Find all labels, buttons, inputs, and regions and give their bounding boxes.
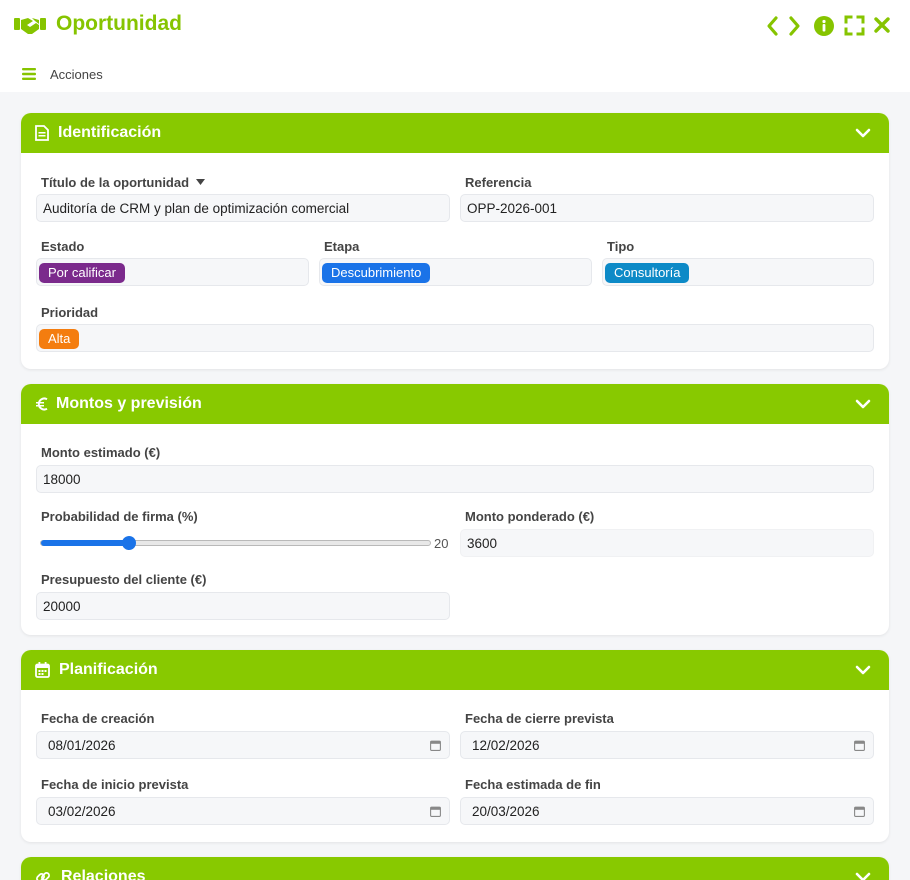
etapa-field[interactable]: Descubrimiento	[319, 258, 592, 286]
calendar-icon[interactable]	[430, 806, 441, 817]
referencia-field[interactable]: OPP-2026-001	[460, 194, 874, 222]
estado-field[interactable]: Por calificar	[36, 258, 309, 286]
section-header-relaciones[interactable]: Relaciones	[21, 857, 889, 880]
monto-ponderado-label: Monto ponderado (€)	[465, 509, 595, 524]
section-title: Montos y previsión	[56, 395, 202, 412]
chevron-left-icon	[767, 16, 778, 36]
window-title: Oportunidad	[56, 12, 182, 35]
caret-down-icon[interactable]	[196, 179, 205, 185]
estado-badge: Por calificar	[39, 263, 125, 283]
fecha-fin-field[interactable]: 20/03/2026	[460, 797, 874, 825]
etapa-badge: Descubrimiento	[322, 263, 431, 283]
section-header-identificacion[interactable]: Identificación	[21, 113, 889, 153]
section-header-planificacion[interactable]: Planificación	[21, 650, 889, 690]
fullscreen-button[interactable]	[844, 15, 865, 39]
fecha-cierre-value: 12/02/2026	[472, 738, 540, 753]
next-button[interactable]	[787, 14, 803, 38]
handshake-icon	[14, 18, 46, 34]
estado-label: Estado	[41, 239, 85, 254]
monto-estimado-field[interactable]: 18000	[36, 465, 874, 493]
prioridad-label: Prioridad	[41, 305, 99, 320]
presupuesto-label: Presupuesto del cliente (€)	[41, 572, 207, 587]
probabilidad-label: Probabilidad de firma (%)	[41, 509, 198, 524]
monto-estimado-label: Monto estimado (€)	[41, 445, 161, 460]
info-button[interactable]	[813, 15, 835, 39]
fecha-cierre-field[interactable]: 12/02/2026	[460, 731, 874, 759]
hamburger-menu-icon[interactable]	[22, 68, 36, 80]
window-titlebar: Oportunidad	[0, 0, 910, 52]
calendar-icon[interactable]	[854, 806, 865, 817]
section-title: Planificación	[59, 661, 158, 678]
monto-ponderado-field: 3600	[460, 529, 874, 557]
fecha-creacion-label: Fecha de creación	[41, 711, 155, 726]
euro-icon	[36, 397, 48, 411]
link-icon	[36, 872, 50, 880]
calendar-icon	[35, 662, 50, 678]
referencia-label: Referencia	[465, 175, 532, 190]
fecha-creacion-value: 08/01/2026	[48, 738, 116, 753]
probabilidad-slider-thumb[interactable]	[122, 536, 137, 550]
document-icon	[35, 125, 49, 141]
fecha-fin-value: 20/03/2026	[472, 804, 540, 819]
section-identificacion: Identificación Título de la oportunidad …	[21, 113, 889, 369]
chevron-down-icon[interactable]	[855, 870, 871, 880]
calendar-icon[interactable]	[854, 740, 865, 751]
expand-icon	[844, 15, 865, 36]
section-planificacion: Planificación Fecha de creación 08/01/20…	[21, 650, 889, 842]
chevron-right-icon	[789, 16, 800, 36]
prioridad-field[interactable]: Alta	[36, 324, 874, 352]
section-title: Identificación	[58, 124, 162, 141]
chevron-down-icon[interactable]	[855, 663, 871, 677]
tipo-badge: Consultoría	[605, 263, 690, 283]
actions-menu-label[interactable]: Acciones	[50, 67, 103, 82]
probabilidad-slider-fill	[41, 540, 128, 546]
section-relaciones: Relaciones	[21, 857, 889, 880]
close-icon	[874, 17, 890, 33]
form-content[interactable]: Identificación Título de la oportunidad …	[0, 92, 910, 880]
etapa-label: Etapa	[324, 239, 360, 254]
section-montos: Montos y previsión Monto estimado (€) 18…	[21, 384, 889, 635]
tipo-label: Tipo	[607, 239, 635, 254]
prioridad-badge: Alta	[39, 329, 80, 349]
fecha-creacion-field[interactable]: 08/01/2026	[36, 731, 450, 759]
fecha-fin-label: Fecha estimada de fin	[465, 777, 601, 792]
fecha-inicio-field[interactable]: 03/02/2026	[36, 797, 450, 825]
titulo-field[interactable]: Auditoría de CRM y plan de optimización …	[36, 194, 450, 222]
fecha-cierre-label: Fecha de cierre prevista	[465, 711, 614, 726]
close-button[interactable]	[873, 16, 891, 40]
probabilidad-value: 20	[434, 536, 449, 551]
titulo-label: Título de la oportunidad	[41, 175, 190, 190]
actions-menubar: Acciones	[0, 56, 910, 92]
probabilidad-slider-track[interactable]	[40, 540, 431, 546]
chevron-down-icon[interactable]	[855, 397, 871, 411]
section-header-montos[interactable]: Montos y previsión	[21, 384, 889, 424]
info-icon	[814, 16, 834, 36]
previous-button[interactable]	[764, 14, 780, 38]
chevron-down-icon[interactable]	[855, 126, 871, 140]
fecha-inicio-value: 03/02/2026	[48, 804, 116, 819]
calendar-icon[interactable]	[430, 740, 441, 751]
section-title: Relaciones	[61, 868, 146, 880]
fecha-inicio-label: Fecha de inicio prevista	[41, 777, 189, 792]
tipo-field[interactable]: Consultoría	[602, 258, 874, 286]
presupuesto-field[interactable]: 20000	[36, 592, 450, 620]
